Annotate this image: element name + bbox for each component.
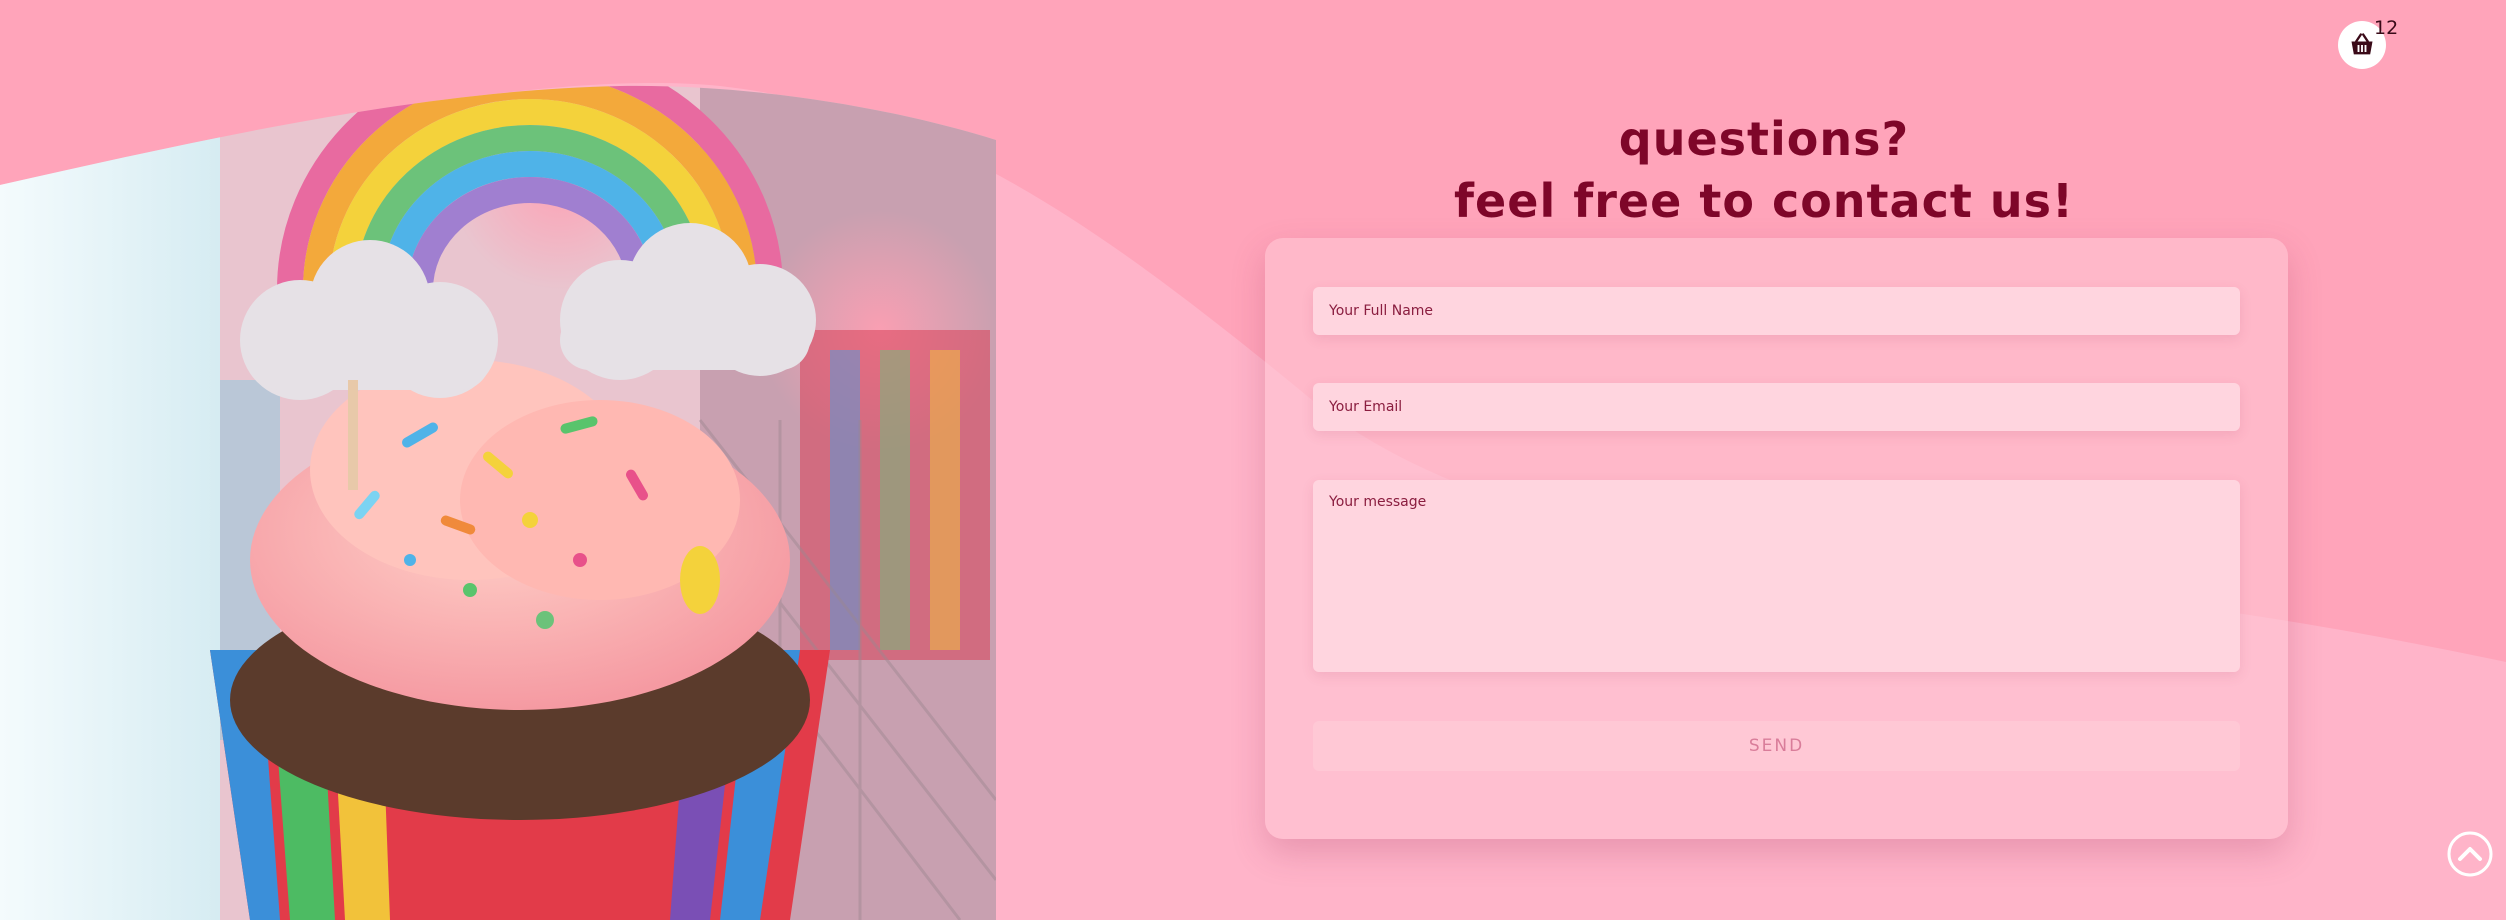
heading-line-1: questions?: [1618, 112, 1910, 166]
email-input[interactable]: [1313, 383, 2240, 431]
cart-count-badge: 12: [2374, 17, 2399, 39]
full-name-input[interactable]: [1313, 287, 2240, 335]
basket-icon: [2351, 33, 2373, 55]
contact-form-card: SEND: [1265, 238, 2288, 839]
contact-heading: questions? feel free to contact us!: [1264, 108, 2264, 232]
message-textarea[interactable]: [1313, 480, 2240, 672]
contact-page: questions? feel free to contact us! SEND…: [0, 0, 2506, 920]
scroll-top-button[interactable]: [2446, 830, 2494, 878]
chevron-up-circle-icon: [2447, 831, 2493, 877]
heading-line-2: feel free to contact us!: [1454, 174, 2074, 228]
send-button[interactable]: SEND: [1313, 721, 2240, 771]
cupcake-photo: [0, 85, 996, 920]
